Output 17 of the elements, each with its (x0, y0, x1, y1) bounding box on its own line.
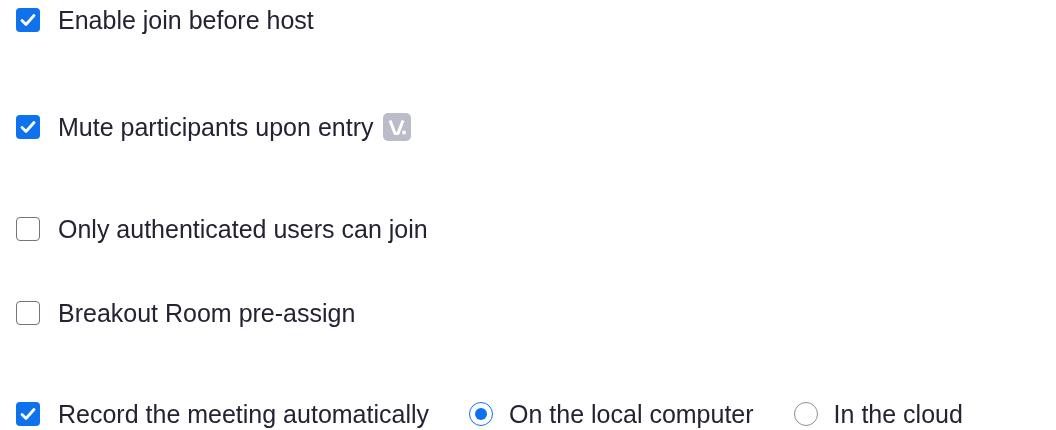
radio-button[interactable] (793, 402, 818, 426)
checkbox[interactable] (16, 8, 40, 32)
option-label: In the cloud (833, 399, 963, 429)
setting-label: Record the meeting automatically (58, 399, 430, 429)
setting-label: Breakout Room pre-assign (58, 298, 356, 328)
checkmark-icon (20, 120, 36, 134)
setting-label: Enable join before host (58, 5, 314, 35)
setting-label: Mute participants upon entry (58, 112, 374, 142)
radio-button[interactable] (469, 402, 494, 426)
checkmark-icon (20, 13, 36, 27)
checkbox[interactable] (16, 217, 40, 241)
checkbox[interactable] (16, 402, 40, 426)
option-label: On the local computer (509, 399, 754, 429)
checkbox[interactable] (16, 115, 40, 139)
checkmark-icon (20, 407, 36, 421)
checkbox[interactable] (16, 301, 40, 325)
setting-label: Only authenticated users can join (58, 214, 428, 244)
